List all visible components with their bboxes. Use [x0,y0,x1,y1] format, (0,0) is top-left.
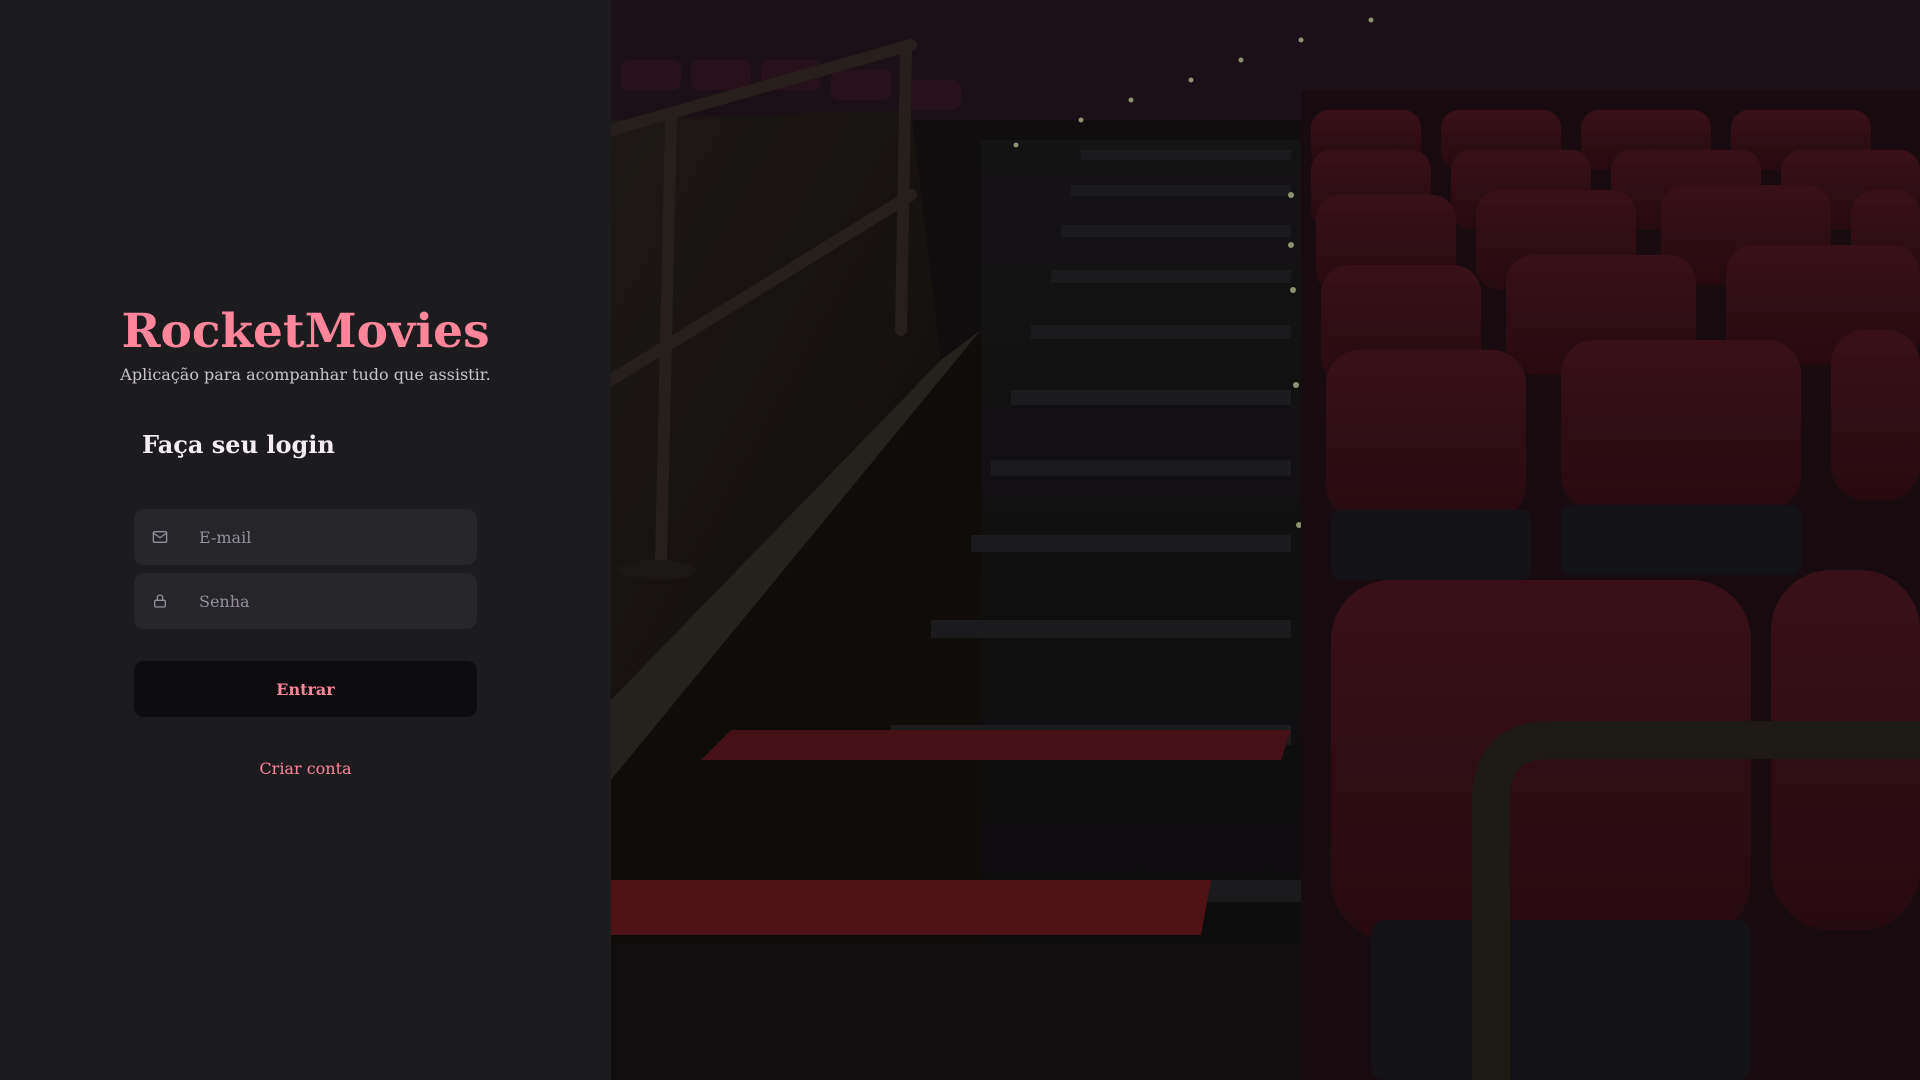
cinema-background-image [611,0,1920,1080]
mail-icon [150,527,170,547]
login-button[interactable]: Entrar [134,661,477,717]
login-panel: RocketMovies Aplicação para acompanhar t… [0,0,611,1080]
login-page: RocketMovies Aplicação para acompanhar t… [0,0,1920,1080]
brand-title: RocketMovies [121,304,490,359]
brand: RocketMovies Aplicação para acompanhar t… [0,300,611,386]
password-input[interactable] [199,573,477,629]
password-field[interactable] [134,573,477,629]
lock-icon [150,591,170,611]
brand-subtitle: Aplicação para acompanhar tudo que assis… [120,365,491,384]
login-heading: Faça seu login [142,430,335,459]
email-field[interactable] [134,509,477,565]
email-input[interactable] [199,509,477,565]
create-account-link[interactable]: Criar conta [134,757,477,781]
